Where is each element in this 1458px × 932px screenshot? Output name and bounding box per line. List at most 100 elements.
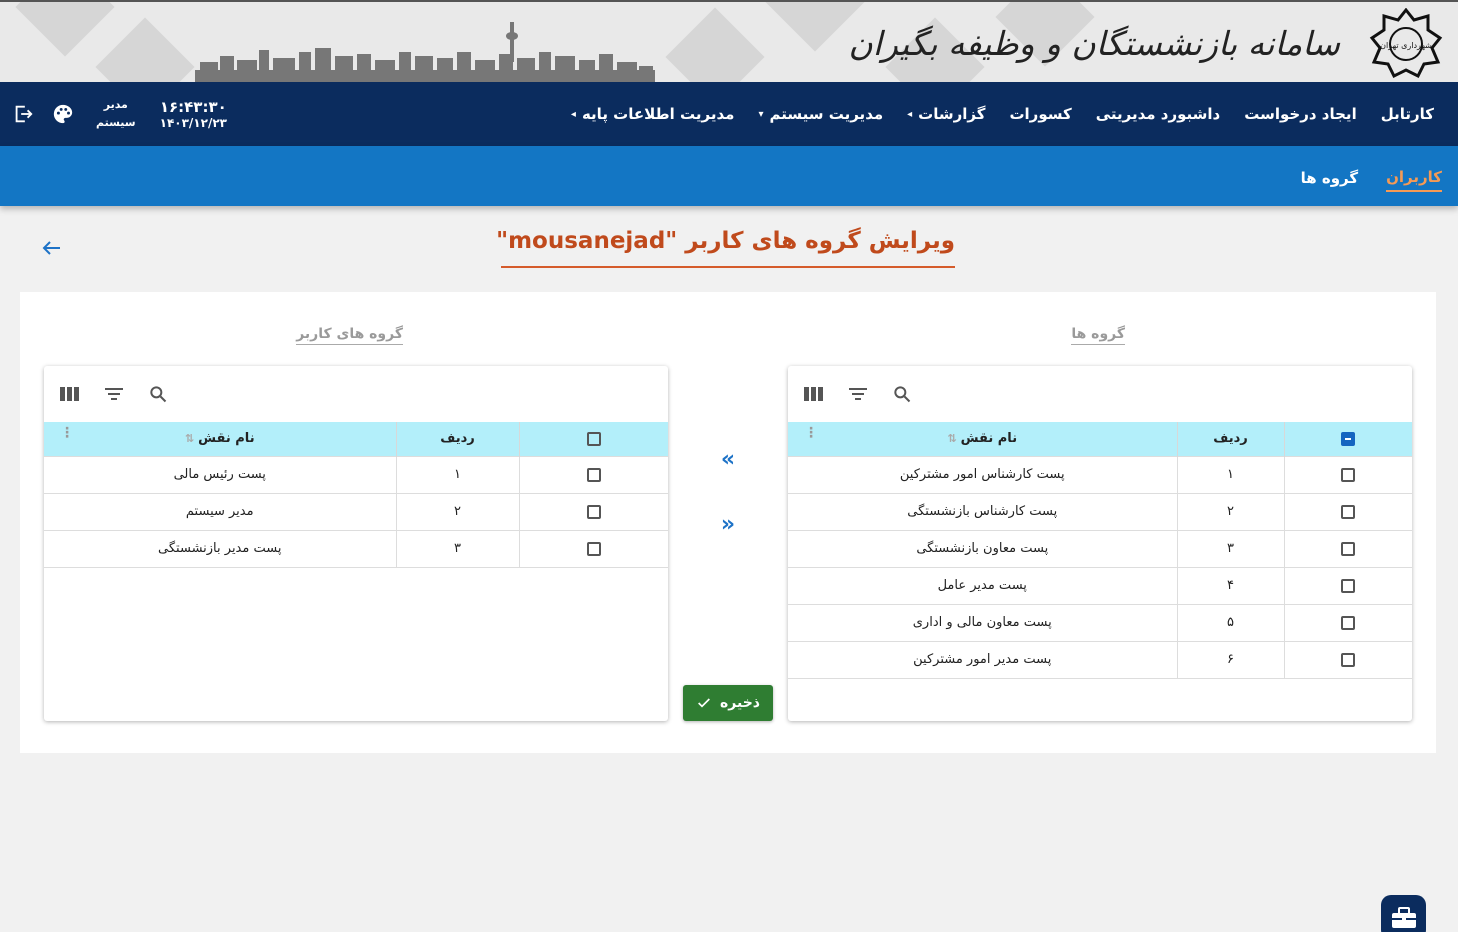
- cell-role-name: پست کارشناس امور مشترکین: [788, 455, 1178, 493]
- move-to-groups-button[interactable]: »: [713, 509, 743, 539]
- app-title: سامانه بازنشستگان و وظیفه بگیران: [848, 24, 1340, 63]
- row-checkbox[interactable]: [1341, 467, 1356, 482]
- toolbox-fab-button[interactable]: [1381, 895, 1426, 932]
- cell-select: [519, 529, 668, 568]
- column-header-label: نام نقش: [960, 431, 1018, 447]
- filter-icon[interactable]: [102, 382, 126, 406]
- cell-role-name: مدیر سیستم: [44, 492, 397, 530]
- clock-date: ۱۴۰۳/۱۲/۲۳: [159, 116, 227, 130]
- sort-icon[interactable]: ⇅: [185, 432, 194, 445]
- logout-icon[interactable]: [10, 101, 36, 127]
- city-skyline-image: [195, 22, 655, 82]
- groups-grid: ⋮ نام نقش ⇅ ردیف پست کارشناس امور مشترکین ۱…: [788, 422, 1412, 679]
- banner-pattern: [95, 17, 195, 82]
- banner-pattern: [665, 7, 765, 82]
- nav-item-system-management[interactable]: مدیریت سیستم ▾: [746, 105, 895, 123]
- cell-select: [1284, 455, 1412, 493]
- cell-role-name: پست کارشناس بازنشستگی: [788, 492, 1178, 530]
- sort-icon[interactable]: ⇅: [947, 432, 956, 445]
- column-header-select: [519, 422, 668, 456]
- nav-item-reports[interactable]: گزارشات ◂: [895, 105, 997, 123]
- nav-item-base-info[interactable]: مدیریت اطلاعات پایه ◂: [559, 105, 747, 123]
- cell-select: [1284, 566, 1412, 604]
- cell-select: [1284, 529, 1412, 567]
- groups-table: ⋮ نام نقش ⇅ ردیف پست کارشناس امور مشترکین ۱…: [788, 366, 1412, 721]
- cell-role-name: پست مدیر بازنشستگی: [44, 529, 397, 568]
- caret-down-icon: ▾: [758, 108, 764, 120]
- page-title: ویرایش گروه های کاربر "mousanejad": [496, 228, 955, 254]
- row-checkbox[interactable]: [1341, 615, 1356, 630]
- column-menu-icon[interactable]: ⋮: [804, 426, 818, 440]
- nav-item-create-request[interactable]: ایجاد درخواست: [1232, 105, 1368, 123]
- caret-left-icon: ◂: [570, 108, 576, 120]
- columns-icon[interactable]: [802, 382, 826, 406]
- table-row[interactable]: پست مدیر امور مشترکین ۶: [788, 640, 1412, 679]
- row-checkbox[interactable]: [586, 504, 601, 519]
- table-row[interactable]: پست مدیر بازنشستگی ۳: [44, 529, 668, 568]
- cell-row-number: ۴: [1177, 566, 1285, 604]
- columns-icon[interactable]: [58, 382, 82, 406]
- table-header-row: ⋮ نام نقش ⇅ ردیف: [788, 422, 1412, 456]
- clock-time: ۱۶:۴۳:۳۰: [159, 98, 227, 116]
- palette-icon[interactable]: [50, 101, 76, 127]
- nav-item-label: ایجاد درخواست: [1244, 105, 1357, 123]
- row-checkbox[interactable]: [586, 467, 601, 482]
- cell-row-number: ۵: [1177, 603, 1285, 641]
- move-to-user-groups-button[interactable]: «: [713, 444, 743, 474]
- groups-section-label: گروه ها: [1071, 326, 1125, 345]
- tab-users[interactable]: کاربران: [1386, 160, 1442, 192]
- cell-select: [519, 455, 668, 493]
- nav-item-label: مدیریت سیستم: [769, 105, 884, 123]
- row-checkbox[interactable]: [1341, 504, 1356, 519]
- nav-user-area: مدیر سیستم ۱۶:۴۳:۳۰ ۱۴۰۳/۱۲/۲۳: [10, 82, 227, 146]
- user-name: مدیر سیستم: [96, 96, 136, 132]
- column-header-row-number[interactable]: ردیف: [396, 422, 520, 456]
- search-icon[interactable]: [146, 382, 170, 406]
- search-icon[interactable]: [890, 382, 914, 406]
- cell-row-number: ۲: [396, 492, 520, 530]
- page-title-wrapper: ویرایش گروه های کاربر "mousanejad": [496, 228, 955, 268]
- tab-groups[interactable]: گروه ها: [1301, 161, 1359, 191]
- cell-role-name: پست مدیر عامل: [788, 566, 1178, 604]
- table-row[interactable]: پست مدیر عامل ۴: [788, 566, 1412, 604]
- sub-menu: کاربران گروه ها: [1301, 146, 1442, 206]
- column-header-name[interactable]: ⋮ نام نقش ⇅: [788, 422, 1178, 456]
- toolbox-icon: [1391, 906, 1416, 928]
- cell-select: [1284, 492, 1412, 530]
- column-header-select: [1284, 422, 1412, 456]
- table-toolbar: [44, 366, 668, 422]
- table-row[interactable]: پست کارشناس امور مشترکین ۱: [788, 455, 1412, 493]
- nav-item-dashboard[interactable]: داشبورد مدیریتی: [1084, 105, 1233, 123]
- column-menu-icon[interactable]: ⋮: [60, 426, 74, 440]
- cell-select: [1284, 640, 1412, 679]
- cell-role-name: پست رئیس مالی: [44, 455, 397, 493]
- nav-item-label: کارتابل: [1380, 105, 1434, 123]
- select-all-checkbox[interactable]: [586, 431, 601, 446]
- row-checkbox[interactable]: [1341, 578, 1356, 593]
- table-row[interactable]: پست کارشناس بازنشستگی ۲: [788, 492, 1412, 530]
- table-row[interactable]: مدیر سیستم ۲: [44, 492, 668, 530]
- row-checkbox[interactable]: [1341, 541, 1356, 556]
- column-header-label: نام نقش: [198, 431, 255, 447]
- nav-item-kartabl[interactable]: کارتابل: [1369, 105, 1446, 123]
- banner-pattern: [15, 2, 115, 57]
- row-checkbox[interactable]: [1341, 652, 1356, 667]
- filter-icon[interactable]: [846, 382, 870, 406]
- back-arrow-icon[interactable]: [40, 236, 64, 260]
- table-row[interactable]: پست رئیس مالی ۱: [44, 455, 668, 493]
- save-button[interactable]: ذخیره: [683, 685, 773, 721]
- column-header-name[interactable]: ⋮ نام نقش ⇅: [44, 422, 397, 456]
- table-row[interactable]: پست معاون مالی و اداری ۵: [788, 603, 1412, 641]
- municipality-emblem-logo: شهرداری تهران: [1369, 8, 1443, 79]
- select-all-checkbox[interactable]: [1341, 431, 1356, 446]
- datetime-display: ۱۶:۴۳:۳۰ ۱۴۰۳/۱۲/۲۳: [160, 98, 227, 130]
- row-checkbox[interactable]: [586, 541, 601, 556]
- nav-item-label: داشبورد مدیریتی: [1095, 105, 1221, 123]
- cell-row-number: ۳: [396, 529, 520, 568]
- nav-item-deductions[interactable]: کسورات: [997, 105, 1083, 123]
- column-header-row-number[interactable]: ردیف: [1177, 422, 1285, 456]
- user-groups-grid: ⋮ نام نقش ⇅ ردیف پست رئیس مالی ۱ مدیر سیستم…: [44, 422, 668, 568]
- nav-item-label: مدیریت اطلاعات پایه: [581, 105, 735, 123]
- table-row[interactable]: پست معاون بازنشستگی ۳: [788, 529, 1412, 567]
- header-banner: سامانه بازنشستگان و وظیفه بگیران شهرداری…: [0, 0, 1458, 82]
